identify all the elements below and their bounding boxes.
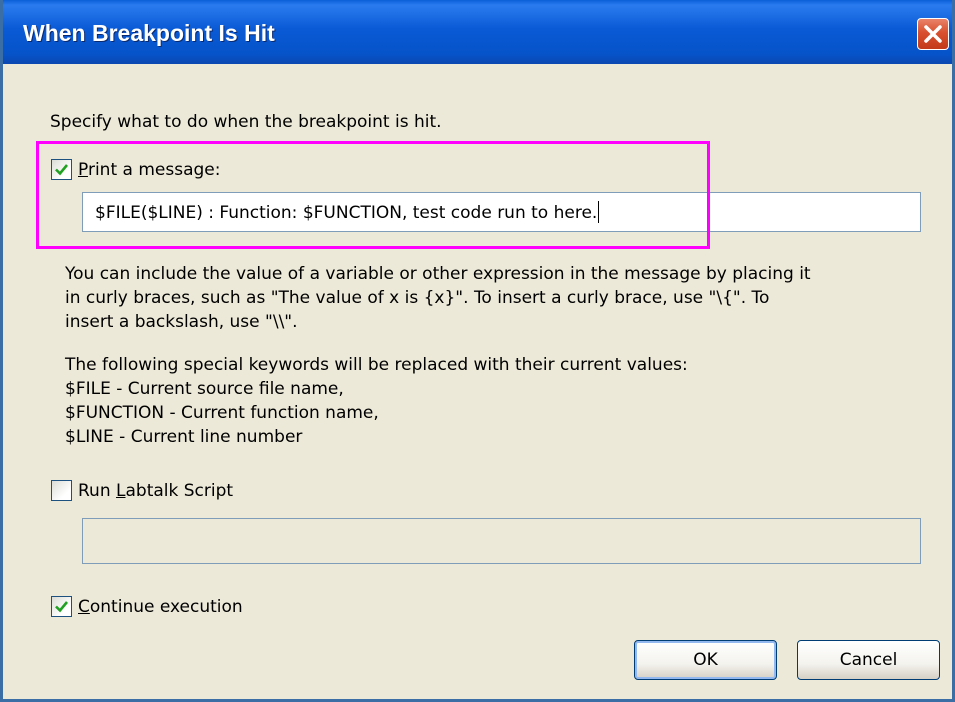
keywords-line: The following special keywords will be r… bbox=[65, 355, 688, 375]
help-text: You can include the value of a variable … bbox=[65, 262, 811, 334]
ok-button[interactable]: OK bbox=[634, 640, 777, 680]
keywords-line: $FILE - Current source file name, bbox=[65, 379, 344, 399]
window-title: When Breakpoint Is Hit bbox=[23, 20, 275, 46]
script-input[interactable] bbox=[82, 518, 921, 564]
continue-execution-checkbox[interactable] bbox=[51, 596, 72, 617]
continue-execution-label-text: ontinue execution bbox=[89, 597, 243, 617]
help-line: in curly braces, such as "The value of x… bbox=[65, 288, 770, 308]
run-script-mnemonic: L bbox=[116, 481, 126, 501]
close-button[interactable] bbox=[917, 18, 949, 50]
title-bar[interactable]: When Breakpoint Is Hit bbox=[3, 0, 952, 64]
run-script-label-prefix: Run bbox=[78, 481, 117, 501]
keywords-line: $LINE - Current line number bbox=[65, 427, 303, 447]
run-script-label[interactable]: Run Labtalk Script bbox=[78, 481, 233, 501]
cancel-button[interactable]: Cancel bbox=[797, 640, 940, 680]
keywords-text: The following special keywords will be r… bbox=[65, 353, 688, 449]
dialog-body: Specify what to do when the breakpoint i… bbox=[3, 64, 952, 699]
checkmark-icon bbox=[55, 601, 69, 613]
intro-text: Specify what to do when the breakpoint i… bbox=[50, 112, 442, 132]
highlight-box bbox=[36, 141, 710, 249]
help-line: insert a backslash, use "\\". bbox=[65, 312, 298, 332]
continue-execution-mnemonic: C bbox=[78, 597, 90, 617]
help-line: You can include the value of a variable … bbox=[65, 264, 811, 284]
continue-execution-label[interactable]: Continue execution bbox=[78, 597, 243, 617]
run-script-label-text: abtalk Script bbox=[125, 481, 234, 501]
dialog-window: When Breakpoint Is Hit Specify what to d… bbox=[0, 0, 955, 702]
run-script-checkbox[interactable] bbox=[51, 480, 72, 501]
keywords-line: $FUNCTION - Current function name, bbox=[65, 403, 379, 423]
close-icon bbox=[924, 25, 942, 43]
